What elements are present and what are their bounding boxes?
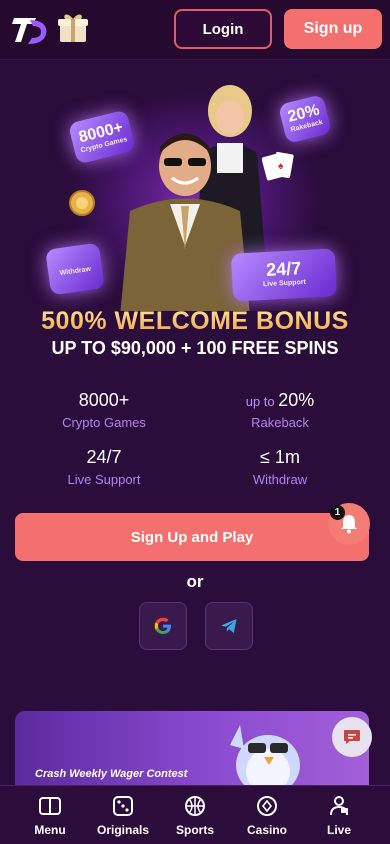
nav-menu[interactable]: Menu — [15, 792, 85, 837]
live-dealer-icon — [330, 796, 348, 816]
stat-prefix: up to — [245, 394, 279, 409]
casino-chip-icon — [257, 796, 277, 816]
stat-withdraw: ≤ 1m Withdraw — [200, 447, 360, 487]
nav-casino-label: Casino — [246, 823, 287, 837]
banner-title: Crash Weekly Wager Contest — [35, 768, 188, 780]
playing-cards-icon: ♠ — [262, 151, 294, 181]
stat-number: ≤ 1m — [260, 447, 300, 467]
stat-rakeback: up to 20% Rakeback — [200, 390, 360, 430]
stat-label: Withdraw — [252, 472, 308, 487]
menu-icon — [39, 797, 61, 815]
google-icon — [154, 617, 171, 634]
nav-originals[interactable]: Originals — [88, 792, 158, 837]
stat-value: up to 20% — [200, 390, 360, 411]
nav-casino[interactable]: Casino — [232, 792, 302, 837]
nav-live[interactable]: Live — [304, 792, 374, 837]
nav-sports[interactable]: Sports — [160, 792, 230, 837]
welcome-bonus-subtitle: UP TO $90,000 + 100 FREE SPINS — [51, 338, 339, 358]
gold-coin-icon — [69, 190, 95, 216]
stat-value: 24/7 — [24, 447, 184, 468]
stat-number: 8000+ — [78, 390, 130, 410]
notification-count-badge: 1 — [330, 505, 345, 520]
google-login-button[interactable] — [139, 602, 187, 650]
bottom-navigation: Menu Originals Sports Casino Live — [0, 785, 390, 844]
top-header: Login Sign up — [0, 0, 390, 60]
nav-originals-label: Originals — [96, 823, 149, 837]
signup-and-play-button[interactable]: Sign Up and Play — [15, 513, 369, 561]
stat-live-support: 24/7 Live Support — [24, 447, 184, 487]
stat-number: 24/7 — [86, 447, 122, 467]
brand-logo[interactable] — [12, 12, 48, 48]
stat-number: 20% — [278, 390, 315, 410]
promo-banner-card[interactable]: Crash Weekly Wager Contest — [15, 711, 369, 791]
stat-label: Live Support — [67, 472, 141, 487]
nav-menu-label: Menu — [34, 823, 66, 837]
stat-crypto-games: 8000+ Crypto Games — [24, 390, 184, 430]
chat-icon — [344, 730, 360, 744]
withdraw-card-caption: Withdraw — [59, 265, 92, 278]
bird-mascot-illustration — [230, 725, 300, 791]
withdraw-card: Withdraw — [45, 242, 105, 296]
signup-button[interactable]: Sign up — [284, 9, 382, 49]
live-support-card: 24/7 Live Support — [230, 248, 338, 302]
stat-label: Crypto Games — [62, 415, 146, 430]
svg-text:♠: ♠ — [278, 161, 284, 172]
stat-value: 8000+ — [24, 390, 184, 411]
login-button[interactable]: Login — [174, 9, 272, 49]
gift-icon[interactable] — [56, 10, 90, 44]
support-chat-button[interactable] — [332, 717, 372, 757]
or-divider: or — [186, 572, 204, 591]
hero-illustration: ♠ 8000+ Crypto Games 20% Rakeback Withdr… — [0, 61, 390, 311]
nav-sports-label: Sports — [175, 823, 214, 837]
telegram-login-button[interactable] — [205, 602, 253, 650]
welcome-bonus-title: 500% WELCOME BONUS — [0, 307, 390, 336]
basketball-icon — [185, 796, 205, 816]
nav-live-label: Live — [326, 823, 351, 837]
stat-value: ≤ 1m — [200, 447, 360, 468]
telegram-icon — [221, 619, 237, 633]
stat-label: Rakeback — [251, 415, 309, 430]
dice-icon — [113, 796, 133, 816]
